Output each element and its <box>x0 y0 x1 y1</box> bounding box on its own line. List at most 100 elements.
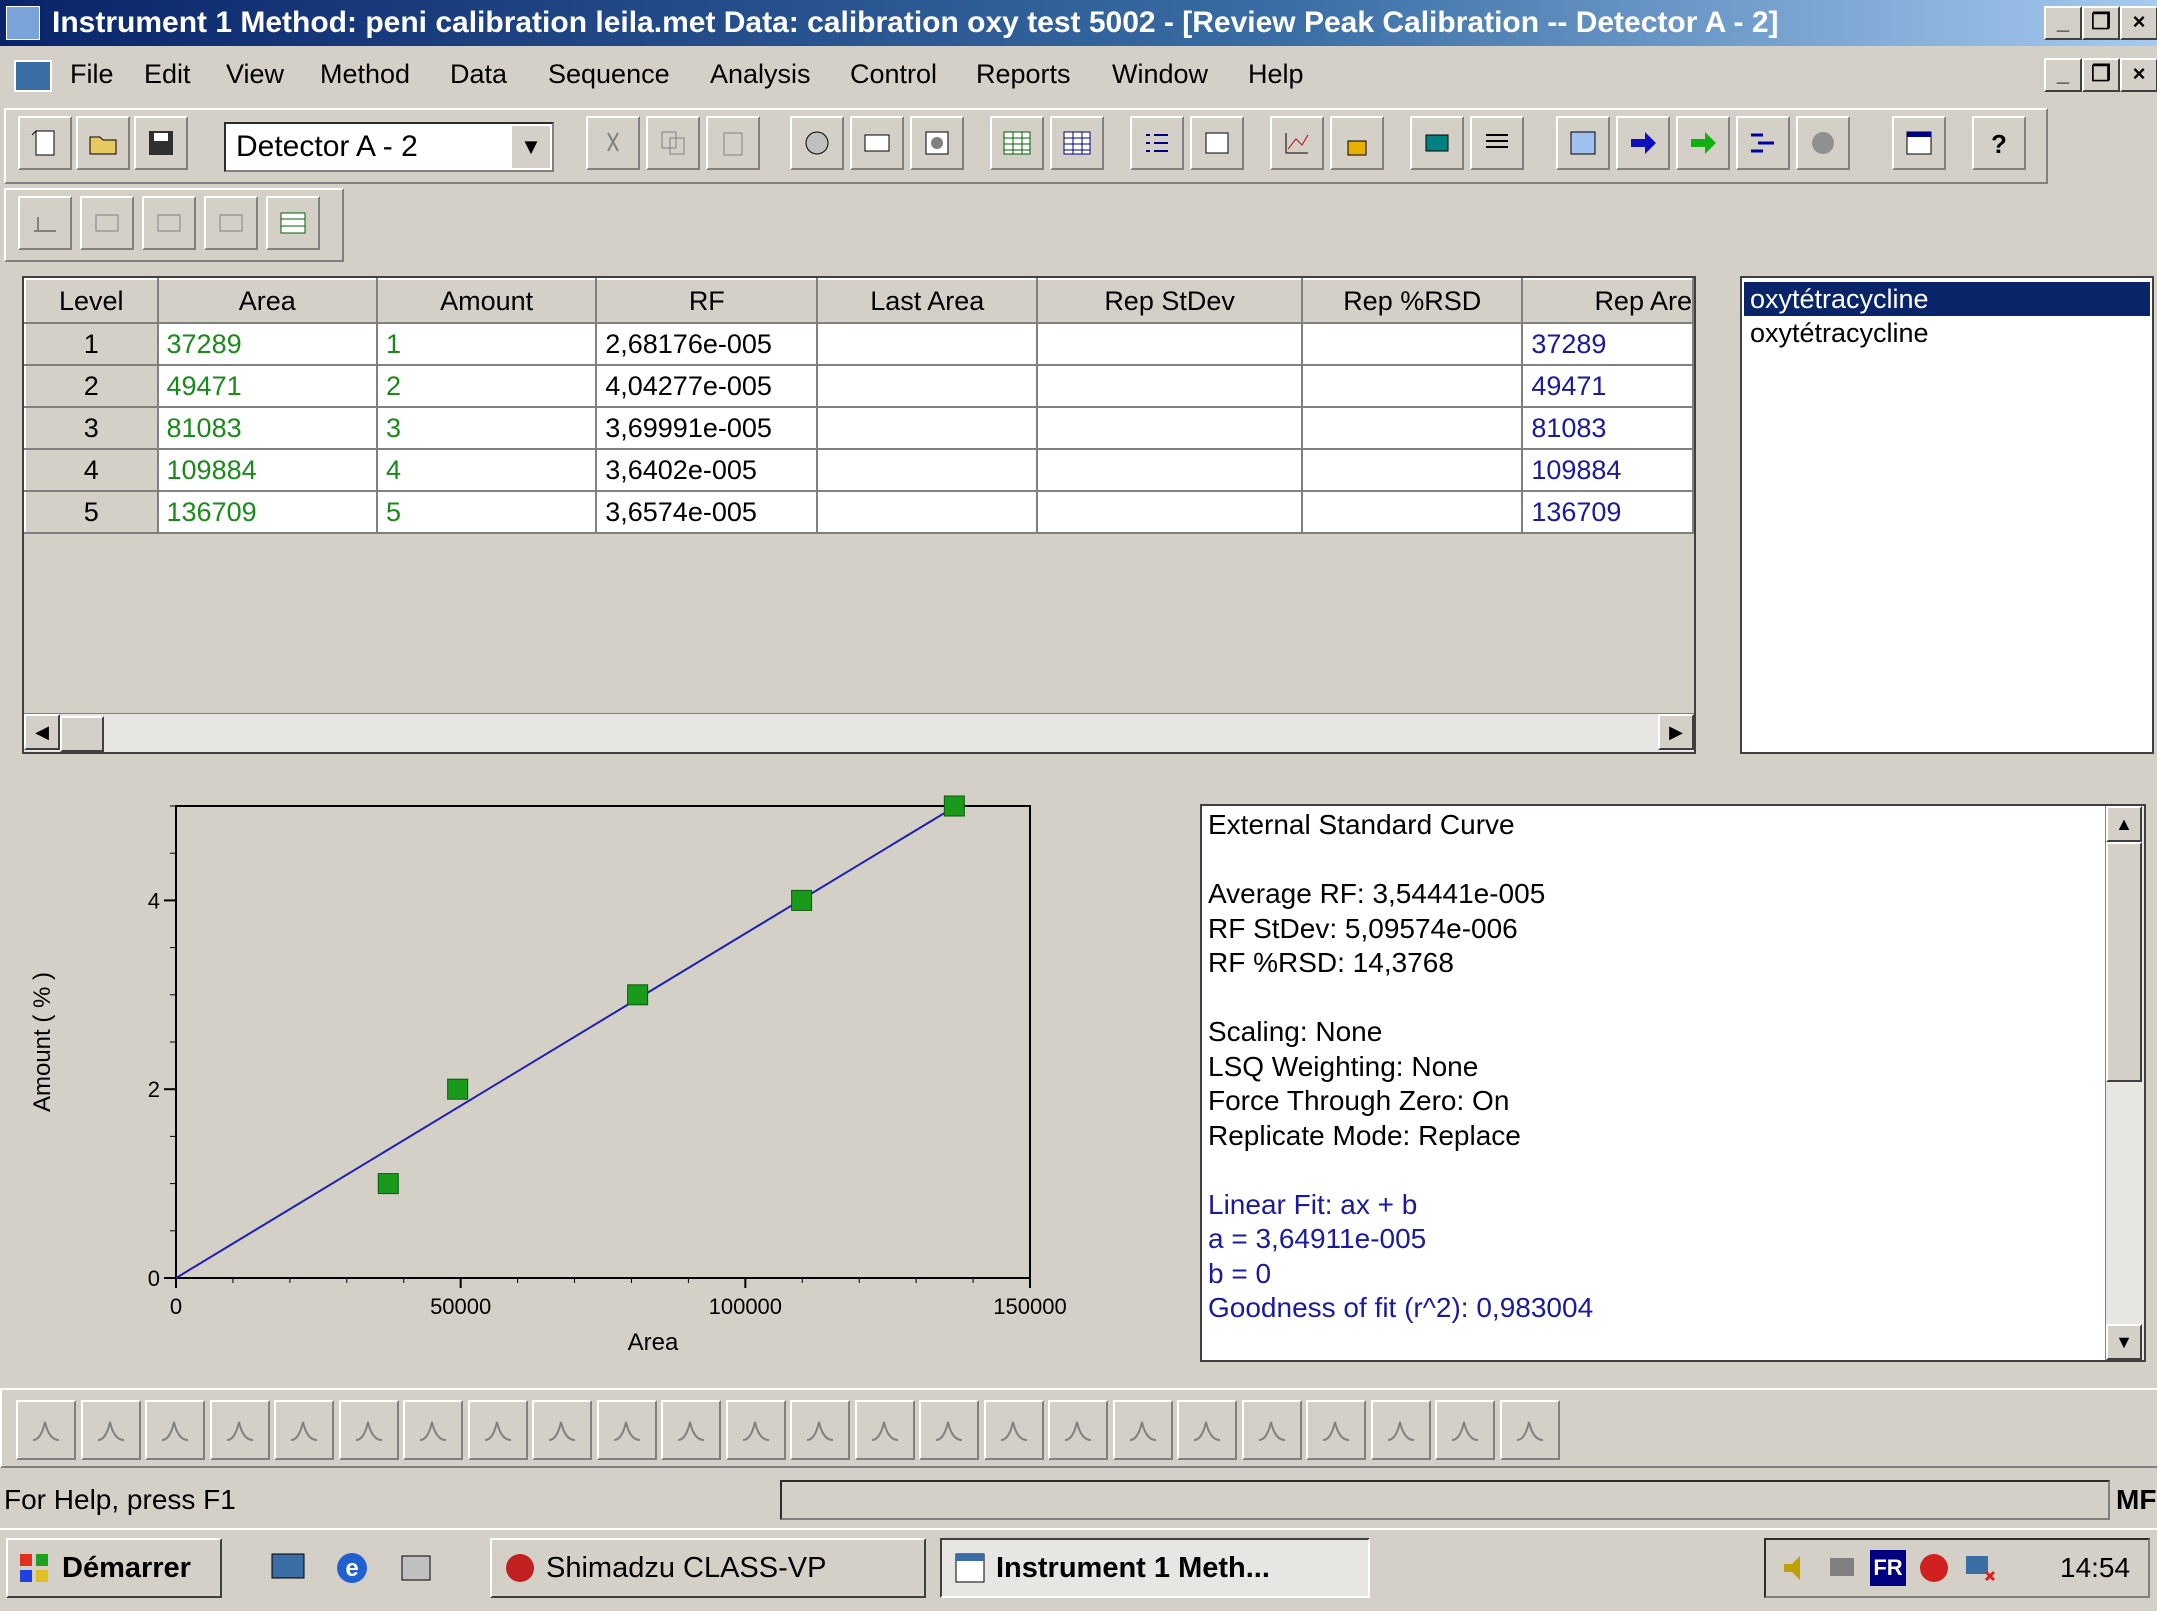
peak-tool-icon[interactable] <box>596 1400 657 1460</box>
taskbar-item-shimadzu[interactable]: Shimadzu CLASS-VP <box>490 1538 926 1598</box>
menu-control[interactable]: Control <box>846 52 941 96</box>
column-header-rep-area[interactable]: Rep Are <box>1521 278 1694 324</box>
help-icon[interactable]: ? <box>1972 116 2026 170</box>
cell-last-area[interactable] <box>817 491 1039 534</box>
delete-level-icon[interactable] <box>142 196 196 250</box>
cell-level[interactable]: 5 <box>24 490 159 534</box>
peak-tool-icon[interactable] <box>80 1400 141 1460</box>
scroll-down-icon[interactable]: ▼ <box>2106 1324 2142 1360</box>
sequence-icon[interactable] <box>1736 116 1790 170</box>
cell-rep-stdev[interactable] <box>1037 449 1304 492</box>
status-icon[interactable] <box>1470 116 1524 170</box>
cell-last-area[interactable] <box>817 407 1039 450</box>
graph-icon[interactable] <box>1270 116 1324 170</box>
close-button[interactable]: × <box>2120 6 2157 40</box>
column-header-area[interactable]: Area <box>156 278 379 324</box>
cell-rf[interactable]: 2,68176e-005 <box>596 323 819 366</box>
cell-amount[interactable]: 4 <box>377 449 598 492</box>
scroll-left-icon[interactable]: ◀ <box>24 714 60 750</box>
cell-rep-stdev[interactable] <box>1037 323 1304 366</box>
save-icon[interactable] <box>134 116 188 170</box>
cell-rep-area[interactable]: 109884 <box>1522 449 1694 492</box>
clear-icon[interactable] <box>204 196 258 250</box>
list-icon[interactable] <box>1130 116 1184 170</box>
peak-tool-icon[interactable] <box>790 1400 850 1460</box>
instrument-icon[interactable] <box>1410 116 1464 170</box>
column-header-level[interactable]: Level <box>24 278 159 324</box>
cell-rep-area[interactable]: 81083 <box>1522 407 1694 450</box>
table-row[interactable]: 1 37289 1 2,68176e-005 37289 <box>24 322 1694 366</box>
monitor-alert-icon[interactable] <box>1962 1550 1998 1586</box>
cell-rep-stdev[interactable] <box>1037 407 1304 450</box>
menu-data[interactable]: Data <box>446 52 511 96</box>
peak-tool-icon[interactable] <box>403 1400 463 1460</box>
cell-rep-rsd[interactable] <box>1302 449 1524 492</box>
menu-view[interactable]: View <box>222 52 288 96</box>
menu-file[interactable]: File <box>66 52 118 96</box>
cell-rep-rsd[interactable] <box>1302 407 1524 450</box>
column-header-amount[interactable]: Amount <box>376 278 598 324</box>
column-header-rep-stdev[interactable]: Rep StDev <box>1036 278 1304 324</box>
cell-rep-stdev[interactable] <box>1037 491 1304 534</box>
open-folder-icon[interactable] <box>76 116 130 170</box>
peak-tool-icon[interactable] <box>1048 1400 1108 1460</box>
scroll-thumb[interactable] <box>2106 842 2142 1082</box>
cell-amount[interactable]: 1 <box>377 323 598 366</box>
cell-last-area[interactable] <box>817 365 1039 408</box>
peak-tool-icon[interactable] <box>1499 1400 1560 1460</box>
cell-rep-rsd[interactable] <box>1302 323 1524 366</box>
peak-tool-icon[interactable] <box>1306 1400 1366 1460</box>
mdi-restore-button[interactable]: ❐ <box>2082 58 2120 92</box>
antivirus-icon[interactable] <box>1916 1550 1952 1586</box>
properties-icon[interactable] <box>1190 116 1244 170</box>
cell-rep-area[interactable]: 37289 <box>1522 323 1694 366</box>
menu-reports[interactable]: Reports <box>972 52 1075 96</box>
cell-area[interactable]: 49471 <box>157 365 379 408</box>
column-header-last-area[interactable]: Last Area <box>816 278 1039 324</box>
start-button[interactable]: Démarrer <box>6 1538 222 1598</box>
horizontal-scrollbar[interactable]: ◀ ▶ <box>24 713 1694 752</box>
column-header-rep-rsd[interactable]: Rep %RSD <box>1301 278 1524 324</box>
cell-rep-area[interactable]: 136709 <box>1522 491 1694 534</box>
cell-rep-rsd[interactable] <box>1302 365 1524 408</box>
report-icon[interactable] <box>850 116 904 170</box>
media-icon[interactable] <box>396 1548 436 1588</box>
menu-method[interactable]: Method <box>316 52 414 96</box>
cell-area[interactable]: 109884 <box>157 449 379 492</box>
cell-level[interactable]: 2 <box>24 364 159 408</box>
cell-level[interactable]: 3 <box>24 406 159 450</box>
network-icon[interactable] <box>1824 1550 1860 1586</box>
cell-last-area[interactable] <box>817 323 1039 366</box>
restore-button[interactable]: ❐ <box>2082 6 2120 40</box>
detector-select[interactable]: Detector A - 2 ▼ <box>224 122 554 172</box>
cell-area[interactable]: 81083 <box>157 407 379 450</box>
vertical-scrollbar[interactable]: ▲ ▼ <box>2105 806 2144 1360</box>
peak-tool-icon[interactable] <box>274 1400 334 1460</box>
mdi-minimize-button[interactable]: _ <box>2044 58 2082 92</box>
cell-amount[interactable]: 2 <box>377 365 598 408</box>
table-green-icon[interactable] <box>990 116 1044 170</box>
peak-tool-icon[interactable] <box>209 1400 270 1460</box>
peak-tool-icon[interactable] <box>1177 1400 1237 1460</box>
cell-area[interactable]: 37289 <box>157 323 379 366</box>
cell-area[interactable]: 136709 <box>157 491 379 534</box>
peak-tool-icon[interactable] <box>854 1400 915 1460</box>
arrow-right-blue-icon[interactable] <box>1616 116 1670 170</box>
cell-rep-rsd[interactable] <box>1302 491 1524 534</box>
minimize-button[interactable]: _ <box>2044 6 2082 40</box>
peak-tool-icon[interactable] <box>1112 1400 1173 1460</box>
peak-tool-icon[interactable] <box>1241 1400 1302 1460</box>
cell-amount[interactable]: 5 <box>377 491 598 534</box>
column-header-rf[interactable]: RF <box>595 278 819 324</box>
calibration-grid-icon[interactable] <box>266 196 320 250</box>
cell-rf[interactable]: 4,04277e-005 <box>596 365 819 408</box>
list-item[interactable]: oxytétracycline <box>1744 316 2150 350</box>
table-blue-icon[interactable] <box>1050 116 1104 170</box>
table-row[interactable]: 2 49471 2 4,04277e-005 49471 <box>24 364 1694 408</box>
cell-rep-stdev[interactable] <box>1037 365 1304 408</box>
cell-level[interactable]: 1 <box>24 322 159 366</box>
cell-rep-area[interactable]: 49471 <box>1522 365 1694 408</box>
internet-explorer-icon[interactable]: e <box>332 1548 372 1588</box>
view-data-icon[interactable] <box>790 116 844 170</box>
language-indicator[interactable]: FR <box>1870 1550 1906 1586</box>
